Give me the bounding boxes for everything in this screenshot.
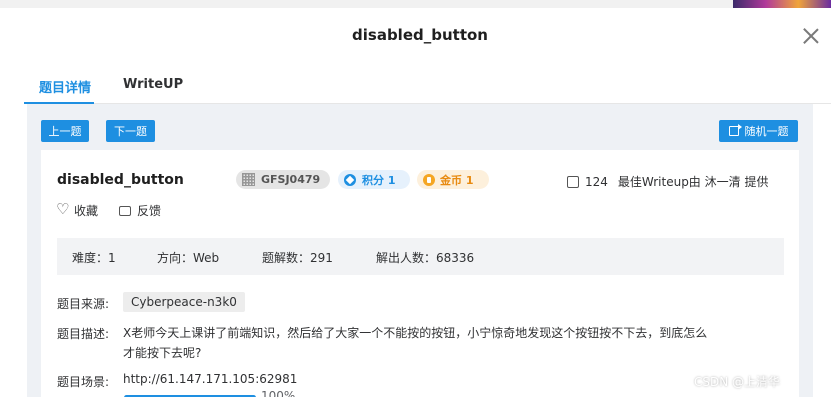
prev-button[interactable]: 上一题 [41, 120, 89, 142]
background-strip [0, 0, 831, 8]
heart-icon [56, 200, 69, 218]
stat-solvers: 解出人数：68336 [376, 251, 475, 265]
challenge-panel: 上一题 下一题 随机一题 disabled_button GFSJ0479 积分… [27, 104, 813, 397]
shuffle-icon [728, 124, 742, 136]
stats-bar: 难度：1 方向：Web 题解数：291 解出人数：68336 [57, 238, 784, 275]
random-button[interactable]: 随机一题 [719, 120, 798, 142]
favorite-label: 收藏 [74, 204, 99, 218]
score-icon [344, 173, 356, 186]
scene-progress-text: 100% [261, 389, 296, 397]
id-badge: GFSJ0479 [236, 170, 330, 189]
description-label: 题目描述: [57, 327, 110, 341]
challenge-card: disabled_button GFSJ0479 积分 1 金币 1 124 最… [41, 150, 799, 397]
best-writeup-text[interactable]: 最佳Writeup由 沐一清 提供 [618, 173, 769, 190]
challenge-modal: disabled_button 题目详情 WriteUP 上一题 下一题 随机一… [0, 8, 831, 397]
stat-direction: 方向：Web [157, 251, 220, 265]
message-icon [119, 205, 131, 216]
feedback-button[interactable]: 反馈 [119, 202, 161, 219]
stat-solves: 题解数：291 [262, 251, 333, 265]
coin-icon [423, 173, 435, 186]
tab-details[interactable]: 题目详情 [39, 77, 91, 96]
qr-icon [242, 173, 255, 186]
description-line-2: 才能按下去呢? [123, 346, 202, 360]
random-button-label: 随机一题 [744, 125, 789, 138]
scene-label: 题目场景: [57, 375, 110, 389]
like-count: 124 [585, 174, 608, 189]
description-text: X老师今天上课讲了前端知识，然后给了大家一个不能按的按钮，小宁惊奇地发现这个按钮… [123, 323, 778, 363]
stat-difficulty: 难度：1 [72, 251, 116, 265]
tab-bar: 题目详情 WriteUP [24, 72, 831, 104]
feedback-label: 反馈 [137, 204, 162, 218]
thumbs-up-icon[interactable] [567, 175, 579, 188]
source-label: 题目来源: [57, 297, 110, 311]
coin-badge-label: 金币 1 [440, 173, 474, 187]
background-banner [733, 0, 831, 8]
close-icon[interactable] [802, 27, 820, 45]
tab-writeup[interactable]: WriteUP [123, 77, 183, 92]
score-badge: 积分 1 [338, 170, 410, 189]
next-button[interactable]: 下一题 [106, 120, 155, 142]
watermark: CSDN @上清华 [694, 375, 781, 389]
description-line-1: X老师今天上课讲了前端知识，然后给了大家一个不能按的按钮，小宁惊奇地发现这个按钮… [123, 326, 708, 340]
challenge-title: disabled_button [57, 172, 184, 188]
source-tag: Cyberpeace-n3k0 [123, 292, 245, 312]
id-badge-label: GFSJ0479 [261, 173, 321, 186]
modal-title: disabled_button [352, 26, 488, 44]
scene-url-link[interactable]: http://61.147.171.105:62981 [123, 372, 297, 386]
favorite-button[interactable]: 收藏 [56, 200, 99, 219]
like-area: 124 最佳Writeup由 沐一清 提供 [567, 173, 768, 190]
coin-badge: 金币 1 [417, 170, 489, 189]
score-badge-label: 积分 1 [362, 173, 396, 187]
